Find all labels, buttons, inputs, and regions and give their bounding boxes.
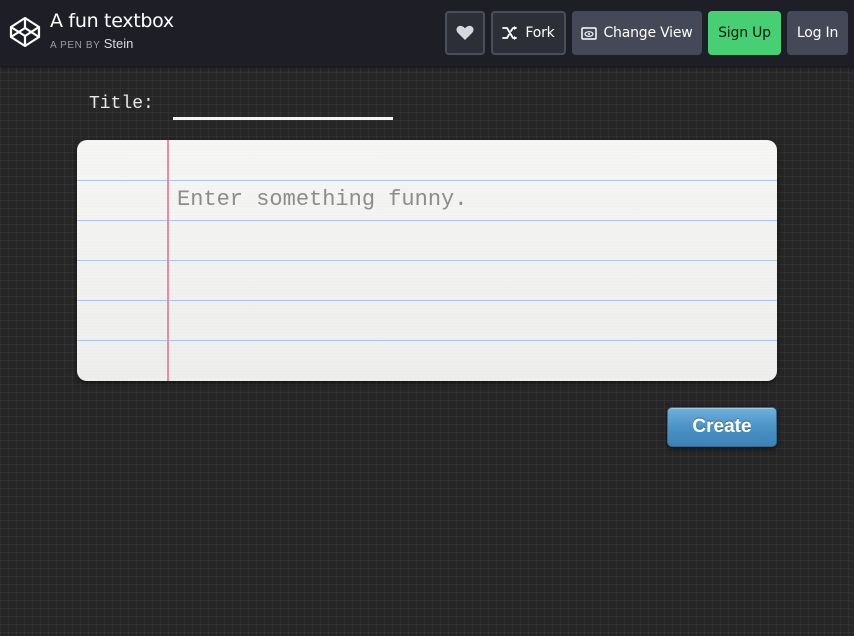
title-input[interactable] xyxy=(173,96,393,120)
codepen-cube-icon[interactable] xyxy=(9,16,41,48)
change-view-icon xyxy=(581,26,598,40)
log-in-button[interactable]: Log In xyxy=(787,11,848,55)
fork-icon xyxy=(502,26,518,40)
byline-prefix: A PEN BY xyxy=(50,40,101,51)
notepad-textbox xyxy=(77,140,777,381)
title-label: Title: xyxy=(89,94,154,114)
change-view-label: Change View xyxy=(603,25,693,41)
author-link[interactable]: Stein xyxy=(104,36,134,51)
fork-button[interactable]: Fork xyxy=(491,11,566,55)
funny-text-area[interactable] xyxy=(177,180,767,370)
create-button[interactable]: Create xyxy=(667,407,777,447)
change-view-button[interactable]: Change View xyxy=(572,11,702,55)
margin-line xyxy=(167,140,169,381)
pen-title: A fun textbox xyxy=(50,10,174,32)
heart-button[interactable] xyxy=(445,11,485,55)
sign-up-button[interactable]: Sign Up xyxy=(708,11,781,55)
heart-icon xyxy=(456,25,474,40)
fork-label: Fork xyxy=(525,25,555,41)
pen-title-block: A fun textbox A PEN BY Stein xyxy=(50,10,174,51)
byline: A PEN BY Stein xyxy=(50,36,174,51)
header-bar: A fun textbox A PEN BY Stein Fork Change… xyxy=(0,0,854,66)
